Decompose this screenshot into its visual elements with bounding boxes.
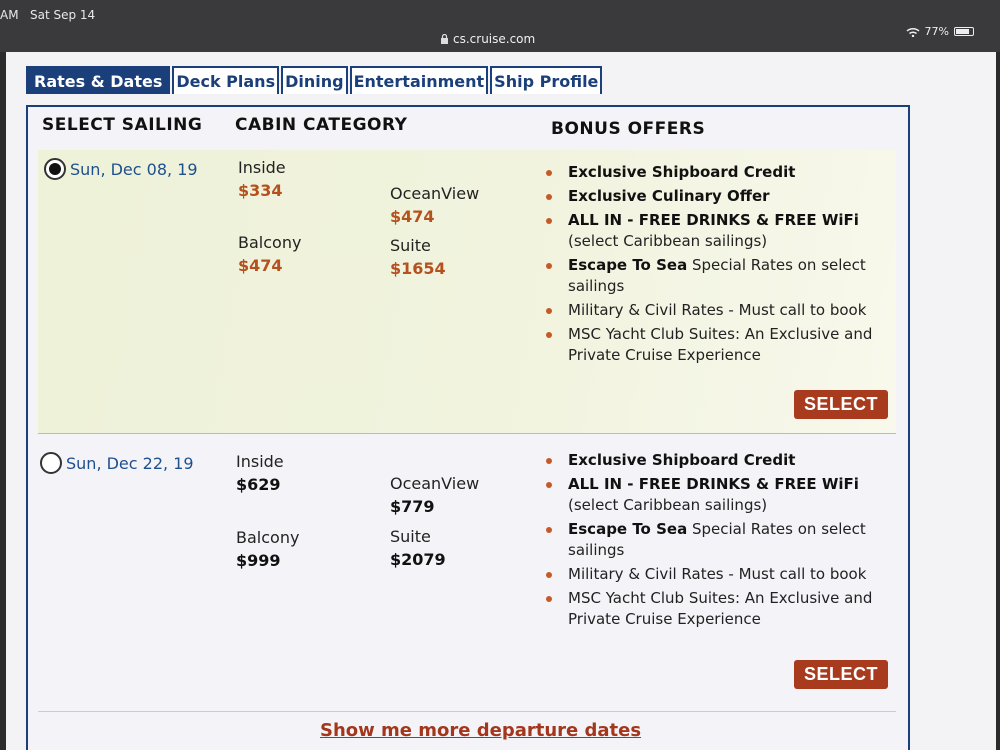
offer-item: ALL IN - FREE DRINKS & FREE WiFi (select… [544,210,874,252]
tab-dining[interactable]: Dining [281,66,348,94]
offer-item: Military & Civil Rates - Must call to bo… [544,300,874,321]
cabin-suite-label: Suite [390,236,431,255]
lock-icon [441,34,448,44]
cabin-balcony-price: $999 [236,551,281,570]
cabin-balcony-label: Balcony [238,233,302,252]
tab-ship-profile[interactable]: Ship Profile [490,66,603,94]
cabin-inside-price: $334 [238,181,283,200]
url-text: cs.cruise.com [453,32,536,46]
header-bonus-offers: BONUS OFFERS [551,119,706,139]
bonus-offers-list: Exclusive Shipboard Credit ALL IN - FREE… [544,450,874,633]
status-date: Sat Sep 14 [30,8,96,22]
cabin-suite-price: $1654 [390,259,446,278]
offer-item: Escape To Sea Special Rates on select sa… [544,519,874,561]
more-departure-dates-link[interactable]: Show me more departure dates [320,720,641,741]
sailing-date[interactable]: Sun, Dec 08, 19 [70,160,198,179]
cabin-suite-label: Suite [390,527,431,546]
cabin-inside-price: $629 [236,475,281,494]
sailing-row: Sun, Dec 22, 19 Inside $629 OceanView $7… [38,434,896,712]
status-bar: AM Sat Sep 14 [0,0,1000,30]
tab-rates-dates[interactable]: Rates & Dates [26,66,171,94]
offer-item: MSC Yacht Club Suites: An Exclusive and … [544,324,874,366]
cabin-oceanview-price: $474 [390,207,435,226]
cabin-balcony-label: Balcony [236,528,300,547]
browser-url-bar[interactable]: cs.cruise.com [0,30,1000,52]
select-button[interactable]: SELECT [794,390,889,419]
offer-item: ALL IN - FREE DRINKS & FREE WiFi (select… [544,474,874,516]
header-select-sailing: SELECT SAILING [42,115,203,135]
offer-item: MSC Yacht Club Suites: An Exclusive and … [544,588,874,630]
offer-item: Exclusive Culinary Offer [544,186,874,207]
header-cabin-category: CABIN CATEGORY [235,115,408,135]
tab-bar: Rates & Dates Deck Plans Dining Entertai… [26,66,603,94]
sailing-row: Sun, Dec 08, 19 Inside $334 OceanView $4… [38,150,896,434]
wifi-icon [906,27,920,37]
tab-entertainment[interactable]: Entertainment [349,66,489,94]
offer-item: Escape To Sea Special Rates on select sa… [544,255,874,297]
offer-item: Exclusive Shipboard Credit [544,162,874,183]
battery-percent: 77% [924,25,949,38]
cabin-inside-label: Inside [238,158,286,177]
tab-deck-plans[interactable]: Deck Plans [172,66,280,94]
cabin-oceanview-label: OceanView [390,474,480,493]
sailing-radio-selected[interactable] [44,158,66,180]
cabin-inside-label: Inside [236,452,284,471]
sailing-radio[interactable] [40,452,62,474]
cabin-oceanview-label: OceanView [390,184,480,203]
offer-item: Exclusive Shipboard Credit [544,450,874,471]
battery-icon [954,27,974,36]
bonus-offers-list: Exclusive Shipboard Credit Exclusive Cul… [544,162,874,369]
rates-panel: SELECT SAILING CABIN CATEGORY BONUS OFFE… [26,105,910,750]
cabin-suite-price: $2079 [390,550,446,569]
cabin-oceanview-price: $779 [390,497,435,516]
cabin-balcony-price: $474 [238,256,283,275]
offer-item: Military & Civil Rates - Must call to bo… [544,564,874,585]
sailing-date[interactable]: Sun, Dec 22, 19 [66,454,194,473]
select-button[interactable]: SELECT [794,660,889,689]
status-time: AM [0,8,19,22]
page: Rates & Dates Deck Plans Dining Entertai… [6,52,996,750]
